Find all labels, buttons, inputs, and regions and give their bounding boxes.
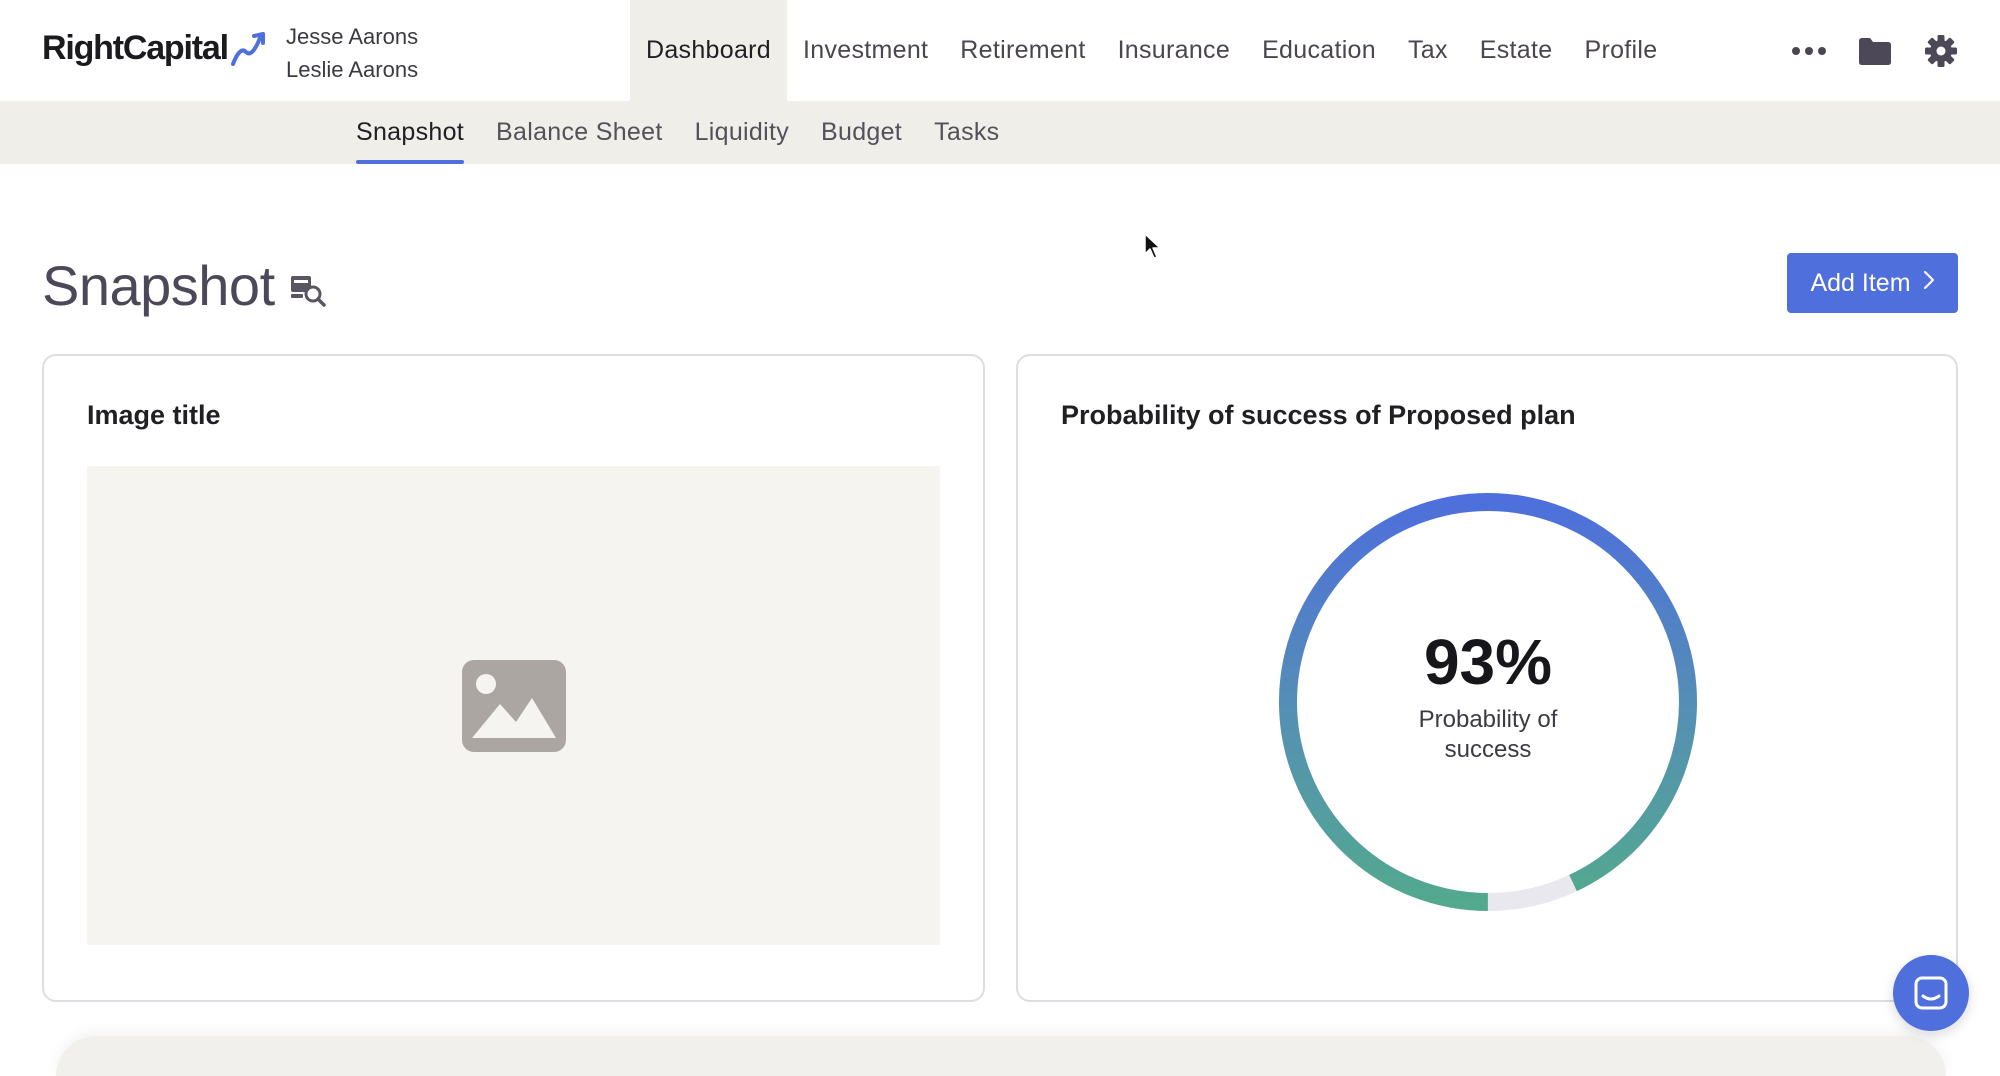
top-navigation-bar: RightCapital Jesse Aarons Leslie Aarons …	[0, 0, 2000, 101]
add-item-button[interactable]: Add Item	[1787, 253, 1958, 313]
preview-search-icon[interactable]	[289, 256, 327, 321]
brand-name: RightCapital	[42, 28, 229, 67]
nav-profile[interactable]: Profile	[1568, 0, 1673, 101]
image-card[interactable]: Image title	[42, 354, 985, 1002]
tab-snapshot[interactable]: Snapshot	[340, 101, 480, 164]
nav-retirement[interactable]: Retirement	[944, 0, 1101, 101]
nav-investment[interactable]: Investment	[787, 0, 944, 101]
client-name-1: Jesse Aarons	[286, 24, 419, 49]
probability-card[interactable]: Probability of success of Proposed plan …	[1016, 354, 1958, 1002]
folder-icon[interactable]	[1842, 0, 1908, 101]
tab-tasks[interactable]: Tasks	[918, 101, 1015, 164]
nav-insurance[interactable]: Insurance	[1102, 0, 1247, 101]
image-placeholder[interactable]	[87, 466, 940, 945]
tab-balance-sheet[interactable]: Balance Sheet	[480, 101, 679, 164]
client-names[interactable]: Jesse Aarons Leslie Aarons	[286, 20, 418, 86]
tab-budget[interactable]: Budget	[805, 101, 918, 164]
nav-education[interactable]: Education	[1246, 0, 1392, 101]
main-nav: Dashboard Investment Retirement Insuranc…	[630, 0, 1673, 101]
probability-label: Probability of success	[1418, 706, 1558, 763]
image-card-title: Image title	[87, 400, 221, 430]
nav-dashboard[interactable]: Dashboard	[630, 0, 788, 101]
image-icon	[461, 659, 566, 752]
page-title-text: Snapshot	[42, 254, 275, 317]
nav-tax[interactable]: Tax	[1392, 0, 1464, 101]
probability-value: 93%	[1423, 626, 1553, 698]
nav-estate[interactable]: Estate	[1464, 0, 1569, 101]
gear-icon[interactable]	[1908, 0, 1974, 101]
sub-nav: Snapshot Balance Sheet Liquidity Budget …	[340, 101, 1015, 164]
brand-logo[interactable]: RightCapital	[42, 28, 270, 68]
brand-arrow-icon	[230, 32, 265, 66]
probability-card-title: Probability of success of Proposed plan	[1061, 400, 1576, 430]
chevron-right-icon	[1923, 269, 1935, 297]
gauge-center: 93% Probability of success	[1278, 492, 1698, 912]
sub-navigation-bar: Snapshot Balance Sheet Liquidity Budget …	[0, 101, 2000, 164]
add-item-label: Add Item	[1810, 268, 1911, 297]
mouse-cursor-icon	[1144, 233, 1161, 259]
chat-icon	[1914, 976, 1948, 1010]
bottom-panel-edge	[56, 1036, 1946, 1076]
nav-icon-group	[1776, 0, 1974, 101]
chat-support-button[interactable]	[1893, 955, 1969, 1031]
page-title: Snapshot	[42, 250, 327, 321]
tab-liquidity[interactable]: Liquidity	[679, 101, 805, 164]
client-name-2: Leslie Aarons	[286, 57, 419, 82]
more-icon[interactable]	[1776, 0, 1842, 101]
